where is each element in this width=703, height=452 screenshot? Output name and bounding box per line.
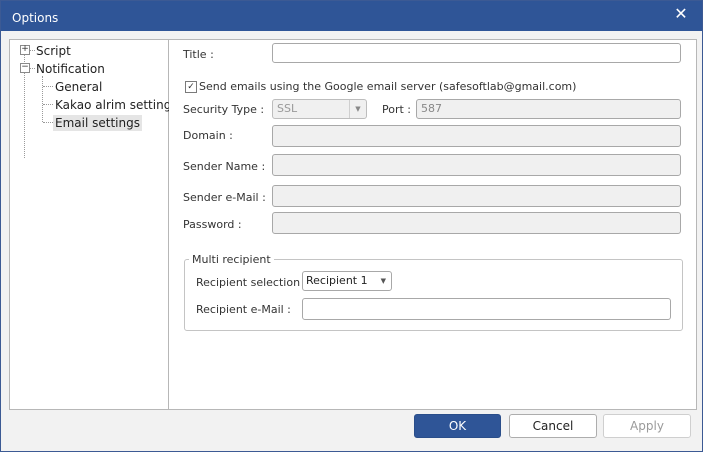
- port-label: Port :: [382, 103, 412, 116]
- domain-input[interactable]: [272, 125, 681, 147]
- tree-connector: [43, 86, 53, 87]
- options-tree: + Script − Notification General Kakao al…: [10, 40, 178, 409]
- title-bar: Options ✕: [1, 1, 702, 31]
- recipient-selection-label: Recipient selection :: [196, 276, 308, 289]
- title-input[interactable]: [272, 43, 681, 63]
- email-settings-form: Title : ✓ Send emails using the Google e…: [169, 40, 696, 409]
- multi-recipient-group: [184, 259, 683, 331]
- tree-connector: [43, 104, 53, 105]
- tree-item-label: General: [55, 80, 103, 94]
- domain-label: Domain :: [183, 129, 233, 142]
- content-panel: + Script − Notification General Kakao al…: [9, 39, 697, 410]
- close-icon[interactable]: ✕: [670, 4, 692, 26]
- recipient-email-label: Recipient e-Mail :: [196, 303, 291, 316]
- options-dialog: Options ✕ + Script − Notification Genera…: [0, 0, 703, 452]
- tree-connector: [42, 76, 43, 122]
- tree-item-label: Email settings: [53, 115, 142, 131]
- password-label: Password :: [183, 218, 242, 231]
- tree-connector: [43, 122, 53, 123]
- multi-recipient-legend: Multi recipient: [189, 253, 274, 266]
- security-type-label: Security Type :: [183, 103, 265, 116]
- sender-email-label: Sender e-Mail :: [183, 191, 266, 204]
- recipient-email-input[interactable]: [302, 298, 671, 320]
- recipient-selection-select[interactable]: Recipient 1 ▼: [302, 271, 392, 291]
- title-label: Title :: [183, 48, 214, 61]
- sender-name-input[interactable]: [272, 154, 681, 176]
- expand-icon[interactable]: +: [20, 45, 30, 55]
- chevron-down-icon: ▼: [349, 100, 366, 118]
- collapse-icon[interactable]: −: [20, 63, 30, 73]
- recipient-selection-value: Recipient 1: [306, 274, 368, 287]
- port-input[interactable]: 587: [416, 99, 681, 119]
- security-type-select[interactable]: SSL ▼: [272, 99, 367, 119]
- tree-item-label: Script: [36, 44, 71, 58]
- cancel-button[interactable]: Cancel: [509, 414, 597, 438]
- ok-button[interactable]: OK: [414, 414, 501, 438]
- tree-item-label: Notification: [36, 62, 105, 76]
- tree-item-label: Kakao alrim settings: [55, 98, 178, 112]
- password-input[interactable]: [272, 212, 681, 234]
- apply-button[interactable]: Apply: [603, 414, 691, 438]
- google-server-label: Send emails using the Google email serve…: [199, 80, 577, 93]
- sender-name-label: Sender Name :: [183, 160, 266, 173]
- chevron-down-icon: ▼: [380, 277, 386, 285]
- sender-email-input[interactable]: [272, 185, 681, 207]
- window-title: Options: [12, 11, 59, 25]
- security-type-value: SSL: [277, 102, 298, 115]
- google-server-checkbox[interactable]: ✓: [185, 81, 197, 93]
